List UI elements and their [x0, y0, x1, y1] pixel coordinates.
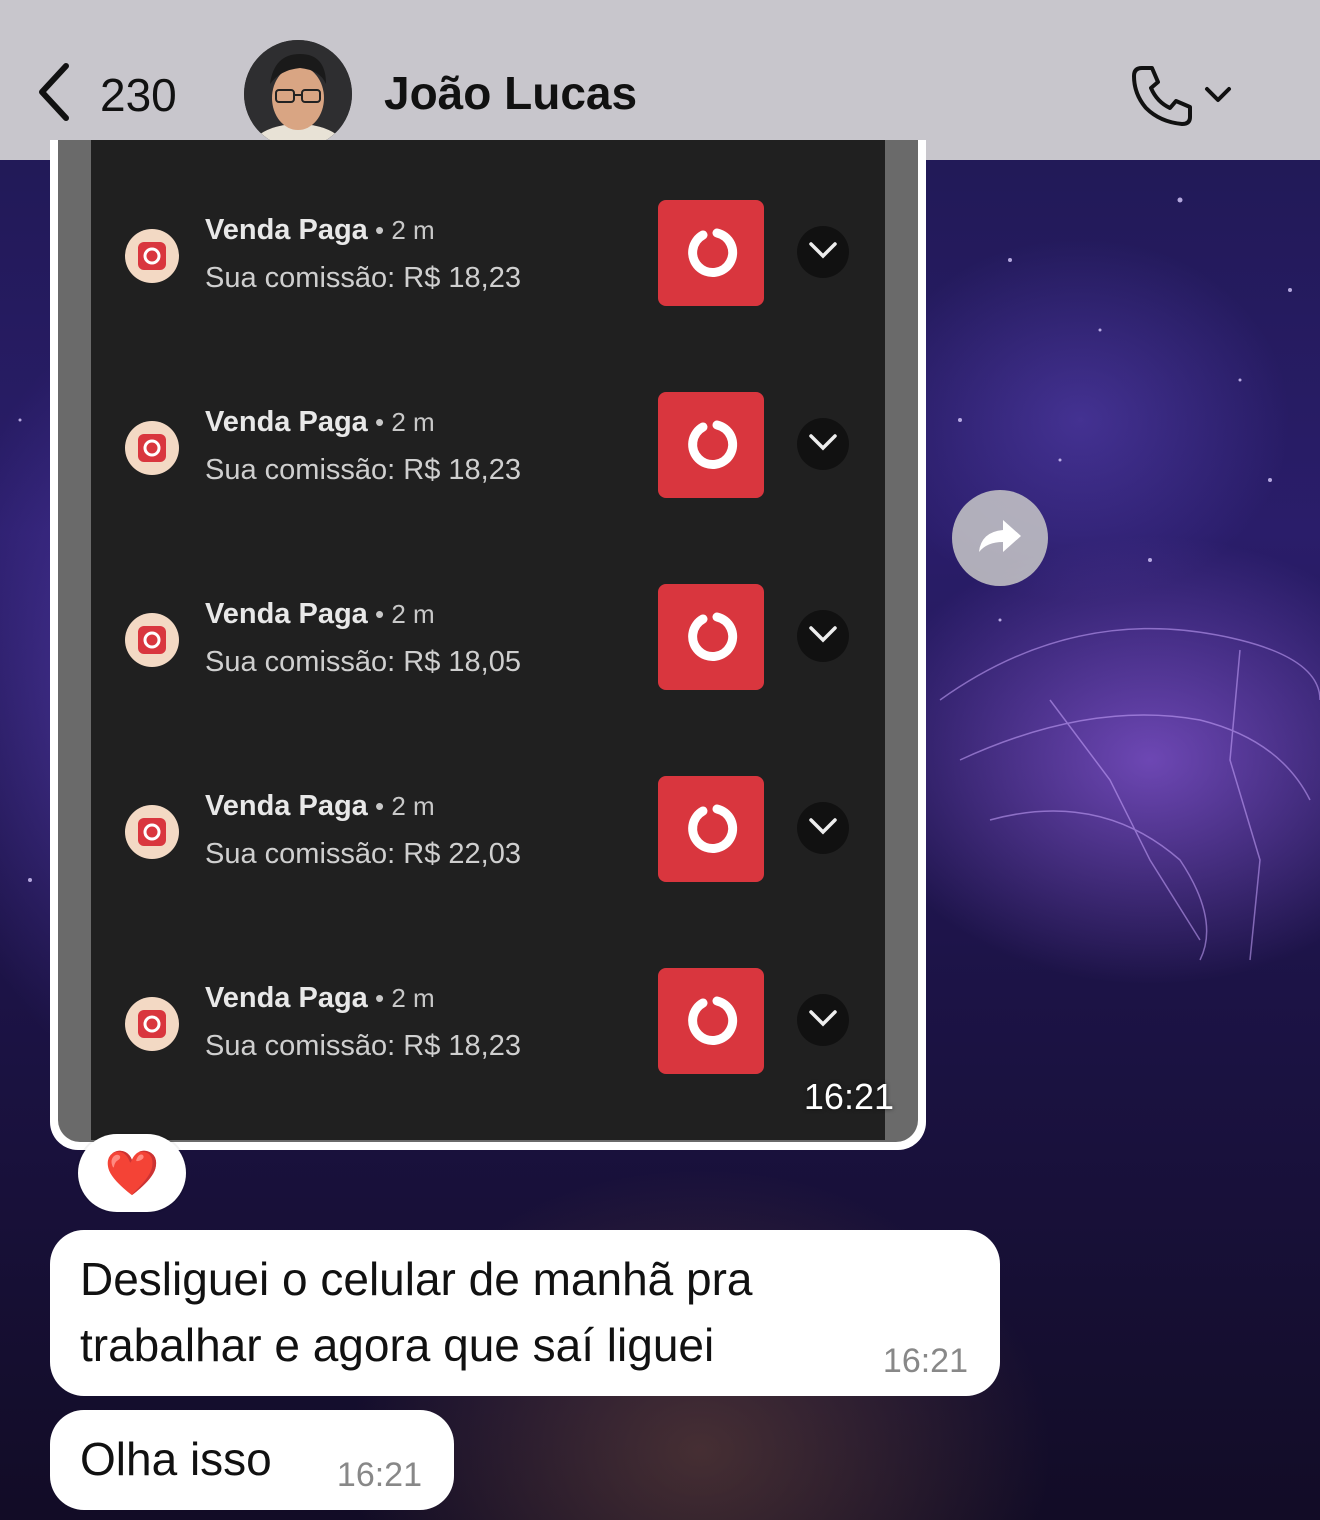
notification-title: Venda Paga	[205, 214, 368, 246]
chevron-down-icon	[1204, 86, 1232, 109]
notification-body: Sua comissão: R$ 22,03	[205, 838, 521, 870]
notification-title: Venda Paga	[205, 982, 368, 1014]
notification-item: Venda Paga • 2 m Sua comissão: R$ 18,05	[91, 584, 885, 704]
app-icon	[125, 997, 179, 1051]
app-logo-icon	[658, 776, 764, 882]
app-logo-icon	[658, 584, 764, 690]
notification-title: Venda Paga	[205, 406, 368, 438]
notification-item: Venda Paga • 2 m Sua comissão: R$ 18,23	[91, 392, 885, 512]
notification-item: Venda Paga • 2 m Sua comissão: R$ 22,03	[91, 776, 885, 896]
notification-age: 2 m	[391, 599, 435, 629]
notification-title: Venda Paga	[205, 598, 368, 630]
expand-button[interactable]	[797, 994, 849, 1046]
chevron-down-icon	[808, 1008, 838, 1033]
chevron-down-icon	[808, 624, 838, 649]
notification-body: Sua comissão: R$ 18,23	[205, 454, 521, 486]
forward-button[interactable]	[952, 490, 1048, 586]
message-time: 16:21	[882, 1342, 968, 1380]
notification-age: 2 m	[391, 215, 435, 245]
heart-reaction[interactable]: ❤️	[78, 1134, 186, 1212]
chevron-left-icon	[36, 62, 70, 127]
contact-name[interactable]: João Lucas	[384, 70, 637, 116]
app-icon	[125, 229, 179, 283]
notification-body: Sua comissão: R$ 18,23	[205, 262, 521, 294]
message-time: 16:21	[803, 1076, 894, 1117]
app-logo-icon	[658, 200, 764, 306]
notification-body: Sua comissão: R$ 18,23	[205, 1030, 521, 1062]
notification-age: 2 m	[391, 407, 435, 437]
notification-age: 2 m	[391, 791, 435, 821]
unread-count: 230	[100, 68, 177, 121]
app-logo-icon	[658, 392, 764, 498]
phone-icon	[1130, 62, 1196, 133]
message-bubble[interactable]: Desliguei o celular de manhã pra trabalh…	[50, 1230, 1000, 1396]
notification-body: Sua comissão: R$ 18,05	[205, 646, 521, 678]
app-icon	[125, 805, 179, 859]
notification-age: 2 m	[391, 983, 435, 1013]
notification-item: Venda Paga • 2 m Sua comissão: R$ 18,23	[91, 200, 885, 320]
chevron-down-icon	[808, 816, 838, 841]
expand-button[interactable]	[797, 418, 849, 470]
message-bubble[interactable]: Olha isso 16:21	[50, 1410, 454, 1510]
avatar[interactable]	[244, 40, 352, 148]
message-time: 16:21	[336, 1456, 422, 1494]
app-icon	[125, 421, 179, 475]
expand-button[interactable]	[797, 610, 849, 662]
message-text-line-1: Desliguei o celular de manhã pra	[80, 1253, 753, 1305]
chevron-down-icon	[808, 240, 838, 265]
message-text-line-2: trabalhar e agora que saí liguei	[80, 1319, 715, 1371]
notification-title: Venda Paga	[205, 790, 368, 822]
call-button[interactable]	[1130, 62, 1232, 133]
chat-header: 230 João Lucas	[0, 0, 1320, 160]
image-message[interactable]: Venda Paga • 2 m Sua comissão: R$ 18,23 …	[50, 140, 926, 1150]
notification-list: Venda Paga • 2 m Sua comissão: R$ 18,23 …	[91, 140, 885, 1140]
expand-button[interactable]	[797, 226, 849, 278]
back-button[interactable]: 230	[36, 62, 177, 127]
forward-arrow-icon	[975, 516, 1025, 561]
app-logo-icon	[658, 968, 764, 1074]
notification-item: Venda Paga • 2 m Sua comissão: R$ 18,23	[91, 968, 885, 1088]
app-icon	[125, 613, 179, 667]
chevron-down-icon	[808, 432, 838, 457]
expand-button[interactable]	[797, 802, 849, 854]
notification-screenshot: Venda Paga • 2 m Sua comissão: R$ 18,23 …	[58, 140, 918, 1142]
